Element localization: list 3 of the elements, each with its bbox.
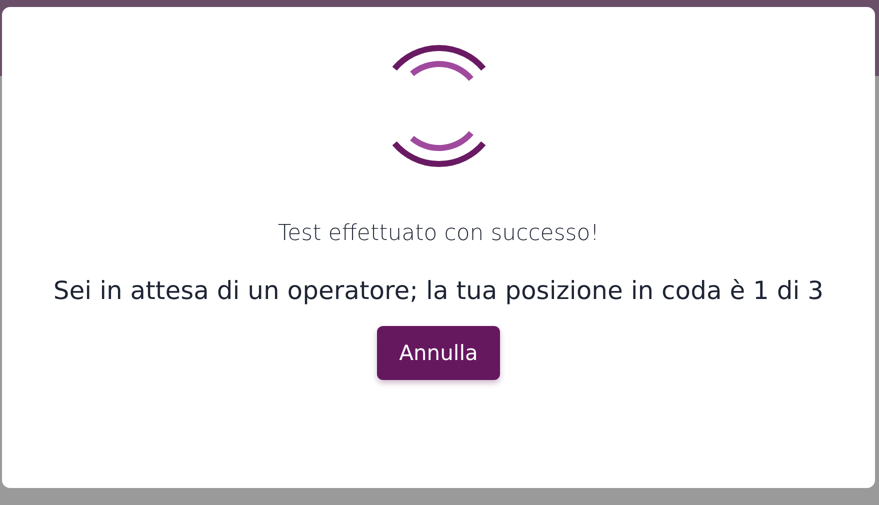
cancel-button[interactable]: Annulla: [377, 326, 500, 380]
queue-message: Sei in attesa di un operatore; la tua posizione in coda è 1 di 3: [52, 275, 825, 307]
status-text: Test effettuato con successo!: [278, 221, 600, 246]
